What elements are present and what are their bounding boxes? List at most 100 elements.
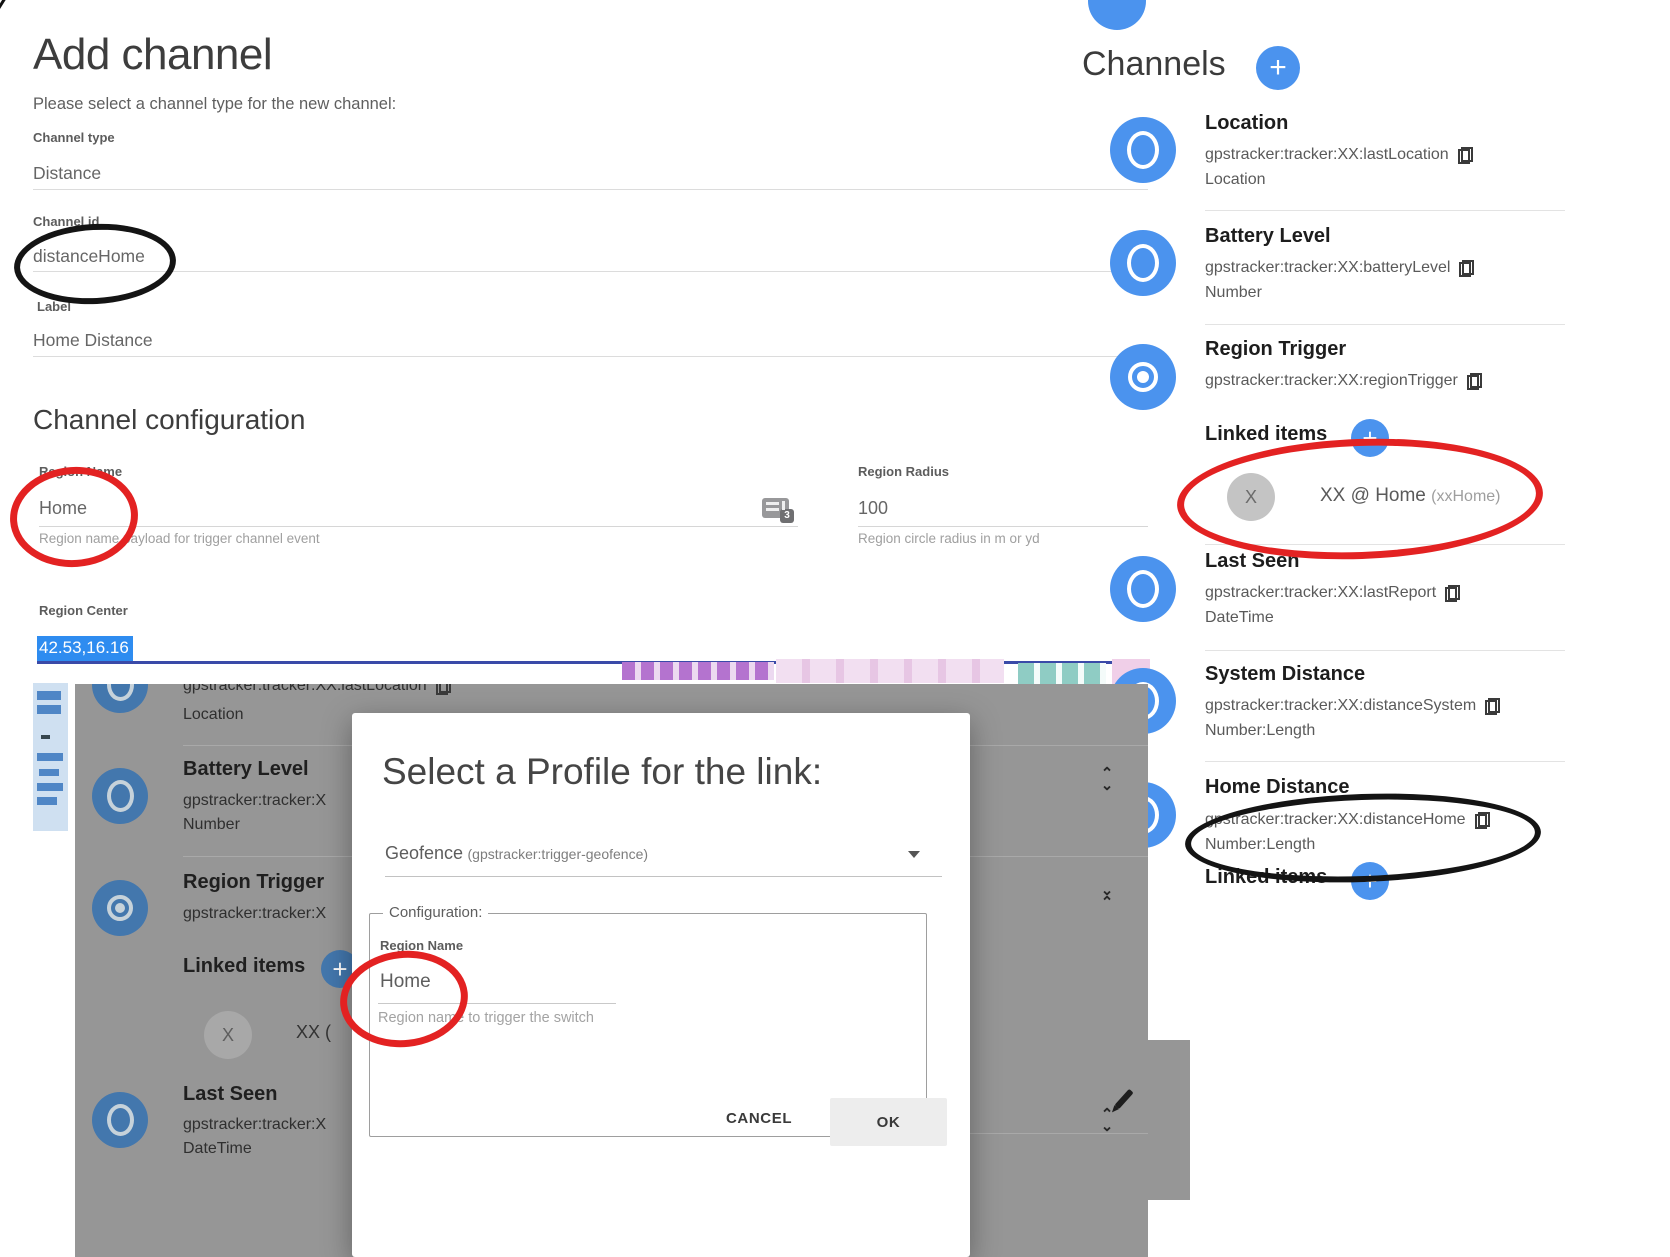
plus-icon: + <box>1269 51 1287 85</box>
configuration-legend: Configuration: <box>383 904 488 921</box>
backdrop-extension <box>1148 1040 1190 1200</box>
dim-divider <box>968 1133 1148 1134</box>
keyboard-icon[interactable]: 3 <box>762 498 789 518</box>
region-radius-label: Region Radius <box>858 464 949 479</box>
channel-type-label: Channel type <box>33 130 115 145</box>
dim-channel-uid: gpstracker:tracker:X <box>183 1116 326 1134</box>
dim-linked-item-avatar: X <box>204 1011 252 1059</box>
channels-heading: Channels <box>1082 45 1226 84</box>
channel-uid: gpstracker:tracker:XX:batteryLevel <box>1205 259 1474 277</box>
annotation-ellipse-linked-item <box>1175 433 1545 566</box>
dim-channel-icon-region-trigger <box>92 880 148 936</box>
config-heading: Channel configuration <box>33 404 305 436</box>
dialog-title: Select a Profile for the link: <box>382 751 822 793</box>
copy-icon[interactable] <box>1459 260 1474 277</box>
channel-type: Number <box>1205 284 1262 302</box>
channel-title: System Distance <box>1205 663 1365 686</box>
channel-uid-text: gpstracker:tracker:XX:batteryLevel <box>1205 259 1450 277</box>
keyboard-badge: 3 <box>780 509 794 523</box>
dim-channel-uid: gpstracker:tracker:X <box>183 905 326 923</box>
region-name-underline <box>39 526 798 527</box>
add-channel-button[interactable]: + <box>1256 46 1300 90</box>
dim-channel-icon-battery <box>92 768 148 824</box>
fab-partial-circle[interactable] <box>1088 0 1146 30</box>
map-fragment-pink <box>776 659 1004 683</box>
map-fragment-teal <box>1018 663 1106 684</box>
channel-type: Number:Length <box>1205 722 1315 740</box>
dim-uid-text: gpstracker:tracker:X <box>183 1116 326 1134</box>
label-field-input[interactable]: Home Distance <box>33 330 153 351</box>
page-subtitle: Please select a channel type for the new… <box>33 95 396 114</box>
dim-uid-text: gpstracker:tracker:X <box>183 905 326 923</box>
channel-uid-text: gpstracker:tracker:XX:distanceSystem <box>1205 697 1476 715</box>
divider <box>1205 761 1565 762</box>
ok-button[interactable]: OK <box>830 1098 947 1146</box>
channel-uid: gpstracker:tracker:XX:lastLocation <box>1205 146 1473 164</box>
dim-channel-uid: gpstracker:tracker:X <box>183 792 326 810</box>
channel-type-underline <box>33 189 1148 190</box>
profile-select[interactable]: Geofence (gpstracker:trigger-geofence) <box>385 843 945 864</box>
dim-channel-title: Region Trigger <box>183 871 324 894</box>
profile-select-underline <box>385 876 942 877</box>
channel-title: Region Trigger <box>1205 338 1346 361</box>
edit-icon <box>1114 1089 1133 1109</box>
cancel-button[interactable]: CANCEL <box>720 1109 798 1128</box>
dim-channel-type: Number <box>183 816 240 834</box>
divider <box>1205 650 1565 651</box>
screen: Add channel Please select a channel type… <box>0 0 1670 1257</box>
annotation-ellipse-distance-home-uid <box>1184 788 1543 888</box>
channel-type: DateTime <box>1205 609 1274 627</box>
dim-channel-uid: gpstracker:tracker:XX:lastLocation <box>183 684 451 695</box>
channel-title: Battery Level <box>1205 225 1331 248</box>
dim-channel-icon-last-seen <box>92 1092 148 1148</box>
divider <box>1205 324 1565 325</box>
region-center-selected-text: 42.53,16.16 <box>37 636 133 661</box>
region-radius-underline <box>858 526 1148 527</box>
unfold-more-icon: ⌃⌄ <box>1097 768 1117 792</box>
channel-uid: gpstracker:tracker:XX:distanceSystem <box>1205 697 1500 715</box>
region-center-label: Region Center <box>39 603 128 618</box>
channel-uid: gpstracker:tracker:XX:lastReport <box>1205 584 1460 602</box>
dim-channel-icon-location <box>92 684 148 713</box>
unfold-less-icon: ⌄⌃ <box>1097 885 1117 909</box>
channel-icon-location <box>1110 117 1176 183</box>
unfold-more-icon: ⌃⌄ <box>1097 1109 1117 1133</box>
dim-linked-item-label: XX ( <box>296 1022 331 1043</box>
copy-icon[interactable] <box>1445 585 1460 602</box>
annotation-ellipse-channel-id <box>12 220 178 308</box>
dim-channel-type: Location <box>183 706 244 724</box>
channel-type: Location <box>1205 171 1266 189</box>
dialog-region-name-label: Region Name <box>380 938 463 953</box>
dim-uid-text: gpstracker:tracker:XX:lastLocation <box>183 684 427 695</box>
channel-uid-text: gpstracker:tracker:XX:lastReport <box>1205 584 1436 602</box>
channel-id-underline <box>33 271 1148 272</box>
channel-uid: gpstracker:tracker:XX:regionTrigger <box>1205 372 1482 390</box>
region-radius-input[interactable]: 100 <box>858 498 888 519</box>
dim-linked-items-heading: Linked items <box>183 955 305 978</box>
channel-uid-text: gpstracker:tracker:XX:regionTrigger <box>1205 372 1458 390</box>
channel-icon-battery <box>1110 230 1176 296</box>
channel-type-value[interactable]: Distance <box>33 163 101 184</box>
dim-channel-type: DateTime <box>183 1140 252 1158</box>
chevron-down-icon[interactable] <box>908 851 920 858</box>
channel-icon-last-seen <box>1110 556 1176 622</box>
region-center-input[interactable]: 42.53,16.16 <box>37 636 133 661</box>
map-fragment-purple <box>622 662 774 680</box>
channel-uid-text: gpstracker:tracker:XX:lastLocation <box>1205 146 1449 164</box>
dim-uid-text: gpstracker:tracker:X <box>183 792 326 810</box>
copy-icon[interactable] <box>1467 373 1482 390</box>
profile-uid: (gpstracker:trigger-geofence) <box>468 846 649 862</box>
stray-mark <box>0 0 8 19</box>
divider <box>1205 210 1565 211</box>
dim-channel-title: Battery Level <box>183 758 309 781</box>
channel-icon-region-trigger <box>1110 344 1176 410</box>
dim-channel-title: Last Seen <box>183 1083 277 1106</box>
page-title: Add channel <box>33 30 272 80</box>
label-field-underline <box>33 356 1148 357</box>
avatar-letter: X <box>222 1025 234 1046</box>
copy-icon[interactable] <box>1485 698 1500 715</box>
copy-icon[interactable] <box>1458 147 1473 164</box>
map-fragment-left <box>33 683 68 831</box>
channel-title: Location <box>1205 112 1288 135</box>
copy-icon <box>436 684 451 695</box>
